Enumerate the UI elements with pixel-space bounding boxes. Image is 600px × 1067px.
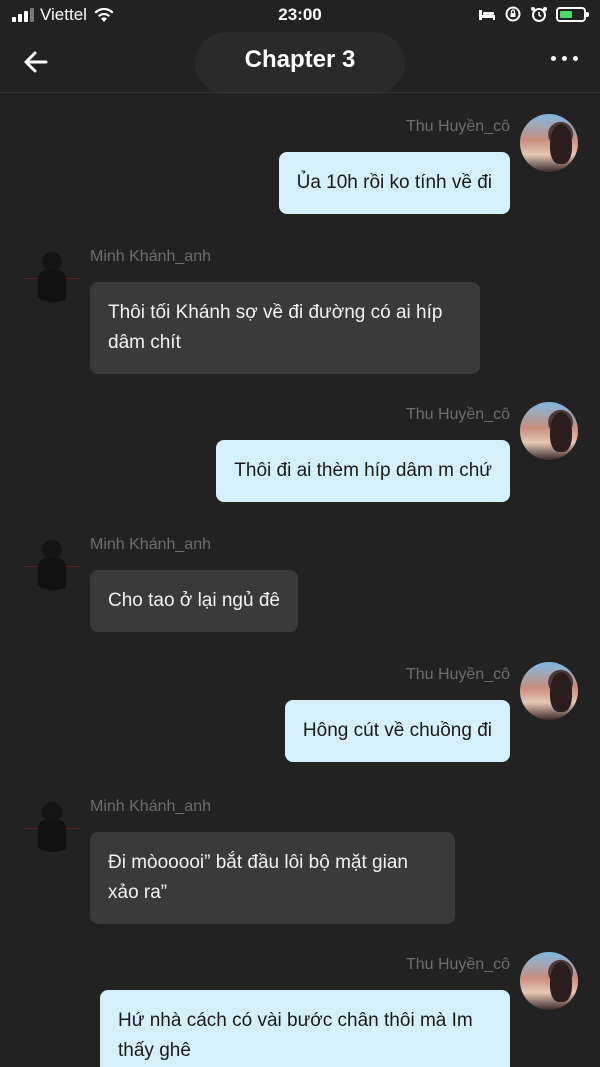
sender-name: Thu Huyền_cô [405, 118, 510, 135]
status-bar: Viettel 23:00 [0, 0, 600, 30]
sender-name: Minh Khánh_anh [90, 536, 211, 553]
avatar-minh-khanh[interactable] [24, 244, 82, 302]
message-bubble: Ủa 10h rồi ko tính về đi [278, 152, 510, 214]
header-divider [0, 92, 600, 93]
status-right [478, 6, 589, 22]
avatar-thu-huyen[interactable] [520, 952, 578, 1010]
avatar-minh-khanh[interactable] [24, 794, 82, 852]
alarm-icon [531, 7, 547, 22]
avatar-thu-huyen[interactable] [520, 114, 578, 172]
avatar-thu-huyen[interactable] [520, 402, 578, 460]
bed-icon [479, 10, 495, 20]
avatar-minh-khanh[interactable] [24, 532, 82, 590]
message-bubble: Thôi đi ai thèm híp dâm m chứ [216, 440, 510, 502]
battery-icon [556, 6, 589, 22]
sender-name: Minh Khánh_anh [90, 248, 211, 265]
more-options-icon[interactable] [551, 56, 578, 61]
message-bubble: Hứ nhà cách có vài bước chân thôi mà Im … [100, 990, 510, 1067]
sender-name: Thu Huyền_cô [405, 666, 510, 683]
message-bubble: Hông cút về chuồng đi [284, 700, 510, 762]
sender-name: Thu Huyền_cô [405, 406, 510, 423]
sender-name: Thu Huyền_cô [405, 956, 510, 973]
message-bubble: Thôi tối Khánh sợ về đi đường có ai híp … [90, 282, 480, 374]
message-bubble: Cho tao ở lại ngủ đê [90, 570, 298, 632]
avatar-thu-huyen[interactable] [520, 662, 578, 720]
page-title: Chapter 3 [244, 46, 356, 73]
message-bubble: Đi mòooooi” bắt đầu lôi bộ mặt gian xảo … [90, 832, 455, 924]
top-bar: Chapter 3 [0, 30, 600, 94]
sender-name: Minh Khánh_anh [90, 798, 211, 815]
rotation-lock-icon [505, 6, 521, 22]
